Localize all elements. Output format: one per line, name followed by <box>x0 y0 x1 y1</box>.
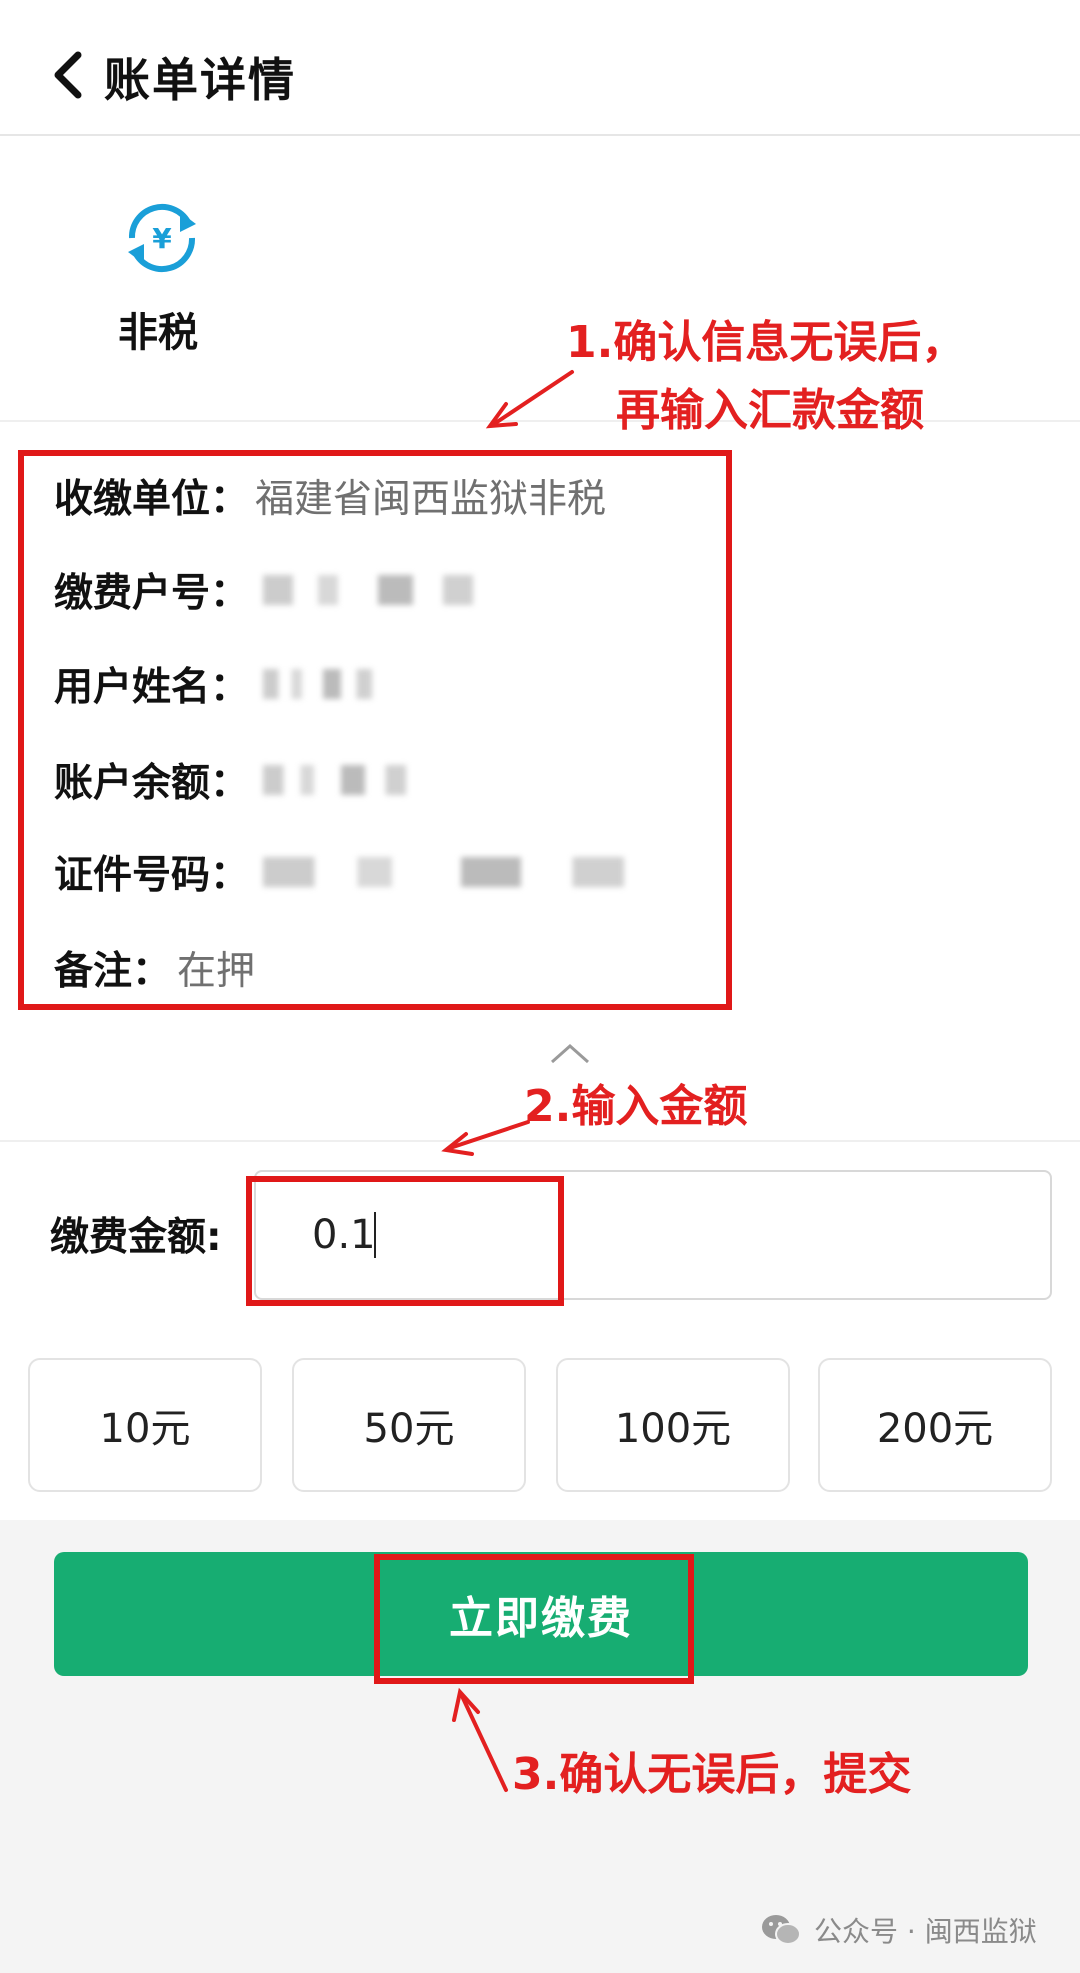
wechat-icon <box>762 1915 801 1945</box>
currency-exchange-icon: ¥ <box>128 203 196 273</box>
annotation-step2: 2.输入金额 <box>524 1081 748 1132</box>
chevron-up-icon[interactable] <box>548 1040 592 1066</box>
page-title: 账单详情 <box>104 53 296 107</box>
divider <box>0 1140 1080 1142</box>
preset-50-button[interactable]: 50元 <box>292 1358 526 1492</box>
preset-100-button[interactable]: 100元 <box>556 1358 790 1492</box>
preset-10-button[interactable]: 10元 <box>28 1358 262 1492</box>
watermark: 公众号 · 闽西监狱 <box>760 1910 1037 1950</box>
svg-text:¥: ¥ <box>152 222 172 255</box>
annotation-step1-line2: 再输入汇款金额 <box>616 385 924 436</box>
chevron-left-icon[interactable] <box>48 50 88 100</box>
annotation-step1-line1: 1.确认信息无误后， <box>566 317 966 368</box>
bill-type-label: 非税 <box>118 310 198 356</box>
preset-200-button[interactable]: 200元 <box>818 1358 1052 1492</box>
annotation-step3: 3.确认无误后，提交 <box>512 1749 912 1800</box>
annotation-box-info <box>18 450 732 1010</box>
annotation-box-pay <box>374 1554 694 1684</box>
amount-label: 缴费金额: <box>50 1215 222 1260</box>
annotation-box-input <box>246 1176 564 1306</box>
watermark-text: 公众号 · 闽西监狱 <box>814 1915 1037 1948</box>
